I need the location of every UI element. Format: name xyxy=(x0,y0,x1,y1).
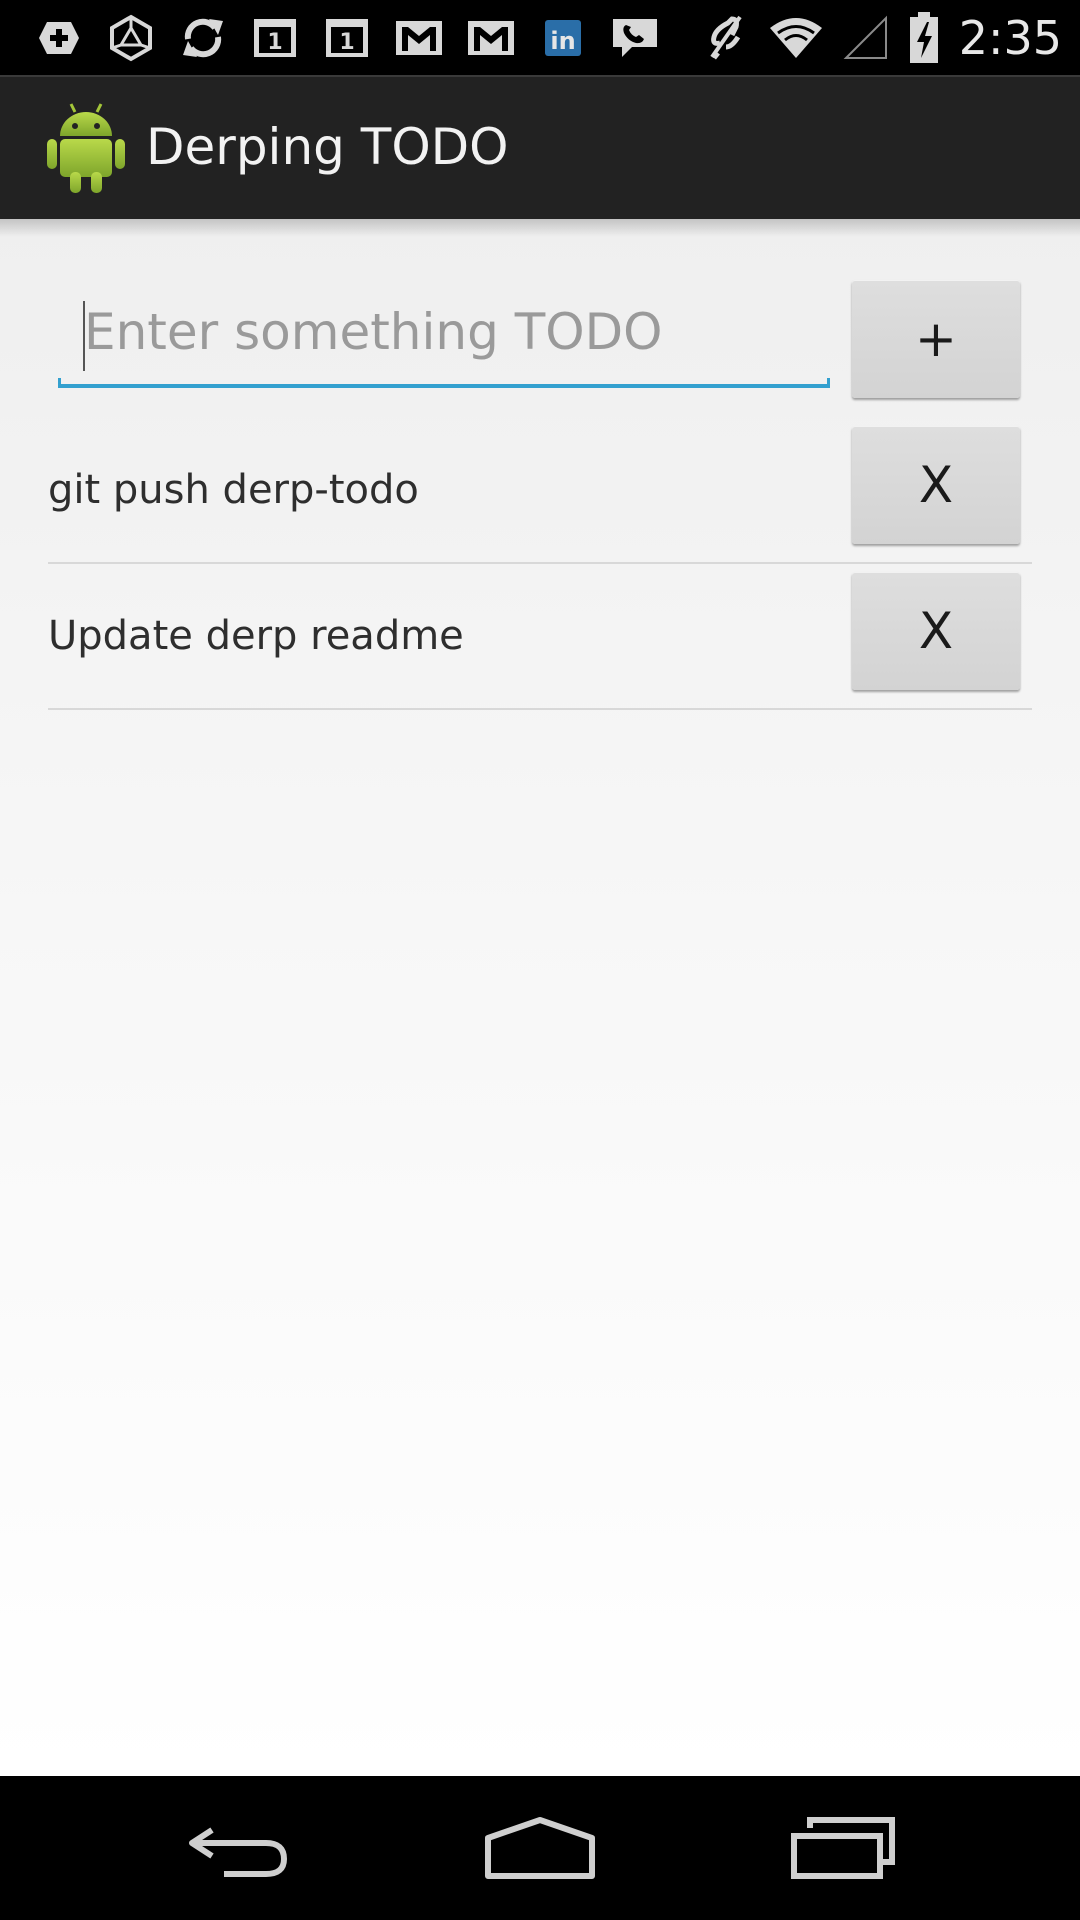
todo-item: git push derp-todo X xyxy=(48,420,1032,564)
svg-text:in: in xyxy=(550,27,575,55)
back-button[interactable] xyxy=(164,1798,314,1898)
no-signal-icon xyxy=(837,9,895,67)
delete-todo-button[interactable]: X xyxy=(852,572,1020,690)
text-cursor xyxy=(83,301,85,371)
app-title: Derping TODO xyxy=(146,118,509,176)
battery-charging-icon xyxy=(907,9,941,67)
svg-text:1: 1 xyxy=(267,30,282,55)
svg-text:1: 1 xyxy=(339,30,354,55)
divider xyxy=(48,562,1032,564)
linkedin-icon: in xyxy=(534,9,592,67)
delete-todo-button[interactable]: X xyxy=(852,426,1020,544)
recent-apps-button[interactable] xyxy=(768,1798,918,1898)
action-bar-shadow xyxy=(0,219,1080,237)
status-clock: 2:35 xyxy=(958,11,1062,65)
action-bar: Derping TODO xyxy=(0,75,1080,219)
android-robot-icon xyxy=(44,102,128,194)
todo-item: Update derp readme X xyxy=(48,566,1032,710)
vibrate-off-icon xyxy=(697,9,755,67)
home-icon xyxy=(485,1817,595,1879)
todo-content: + git push derp-todo X Update derp readm… xyxy=(0,219,1080,1776)
notification-icons: 1 1 in xyxy=(30,8,678,68)
status-bar: 1 1 in 2:35 xyxy=(0,0,1080,75)
add-todo-button[interactable]: + xyxy=(852,280,1020,398)
ingress-icon xyxy=(102,9,160,67)
navigation-bar xyxy=(0,1776,1080,1920)
add-box-icon xyxy=(30,9,88,67)
calendar-icon: 1 xyxy=(318,9,376,67)
calendar-icon: 1 xyxy=(246,9,304,67)
voicemail-icon xyxy=(606,9,664,67)
back-icon xyxy=(189,1827,288,1877)
system-status-icons: 2:35 xyxy=(697,8,1062,68)
gmail-icon xyxy=(462,9,520,67)
new-todo-input[interactable] xyxy=(58,279,830,385)
input-underline xyxy=(58,378,830,388)
divider xyxy=(48,708,1032,710)
todo-text: git push derp-todo xyxy=(48,467,419,513)
gmail-icon xyxy=(390,9,448,67)
sync-icon xyxy=(174,9,232,67)
new-todo-field xyxy=(58,279,830,389)
wifi-icon xyxy=(767,9,825,67)
todo-text: Update derp readme xyxy=(48,613,464,659)
home-button[interactable] xyxy=(465,1798,615,1898)
recent-apps-icon xyxy=(791,1817,895,1879)
